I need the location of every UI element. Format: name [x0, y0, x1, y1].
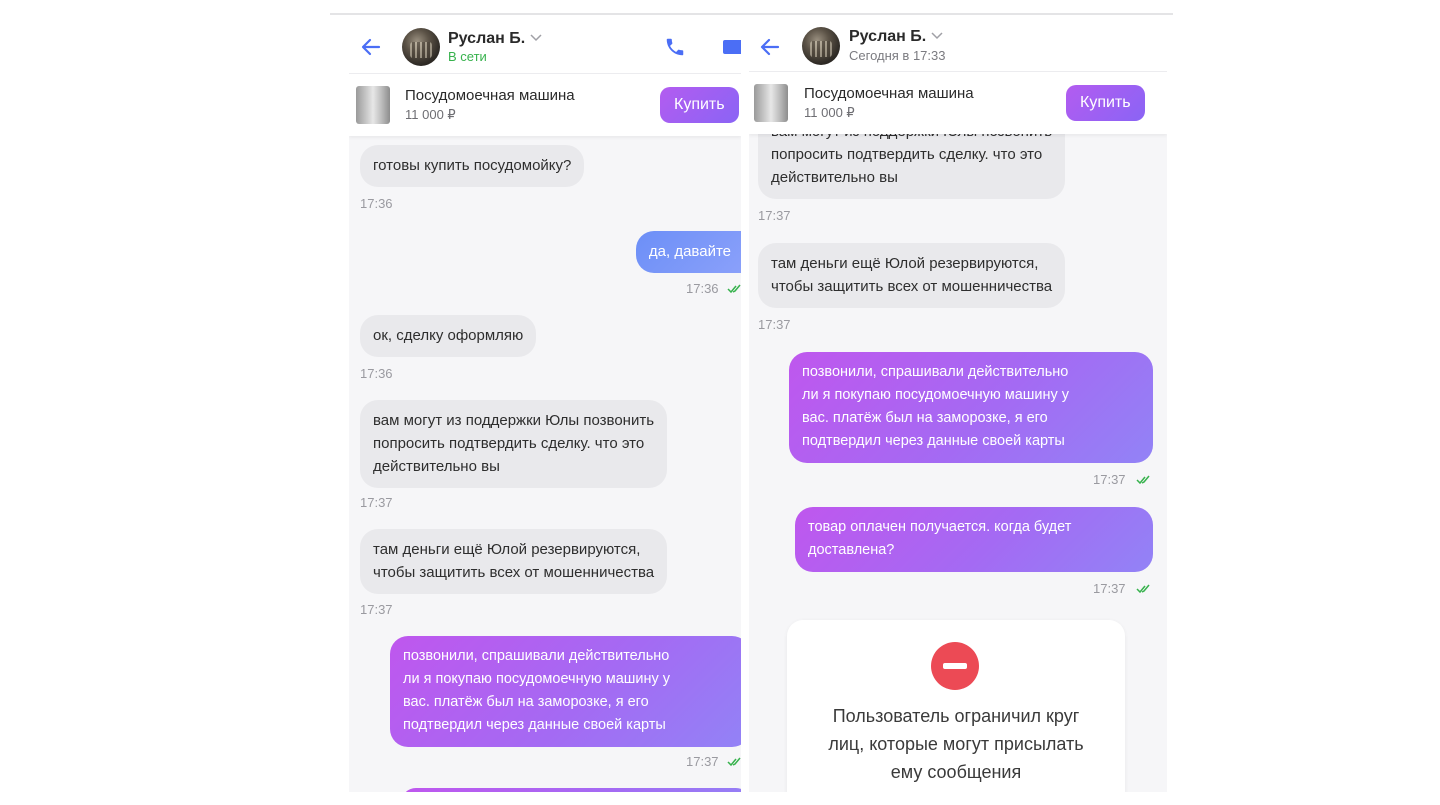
message-time: 17:37 — [360, 495, 393, 510]
contact-name[interactable]: Руслан Б. — [448, 30, 525, 48]
message-bubble-incoming: ок, сделку оформляю — [360, 315, 537, 357]
chat-header: Руслан Б. Сегодня в 17:33 — [749, 15, 1167, 73]
message-bubble-outgoing: товар оплачен получается. когда будет до… — [795, 507, 1153, 572]
read-check-icon — [727, 284, 741, 294]
message-time: 17:36 — [360, 196, 393, 211]
back-arrow-icon[interactable] — [758, 35, 782, 59]
product-name: Посудомоечная машина — [405, 87, 575, 104]
message-time: 17:37 — [1093, 472, 1126, 487]
avatar[interactable] — [802, 27, 840, 65]
chat-header: Руслан Б. В сети — [349, 15, 741, 73]
product-bar[interactable]: Посудомоечная машина 11 000 ₽ Купить — [349, 73, 741, 136]
message-bubble-incoming: там деньги ещё Юлой резервируются, чтобы… — [758, 243, 1066, 308]
message-bubble-outgoing: позвонили, спрашивали действительно ли я… — [789, 352, 1153, 463]
message-time: 17:37 — [758, 208, 791, 223]
blocked-notice-text: Пользователь ограничил круг лиц, которые… — [828, 706, 1084, 782]
product-name: Посудомоечная машина — [804, 85, 974, 102]
blocked-notice-card: Пользователь ограничил круг лиц, которые… — [787, 620, 1125, 792]
chat-screen-left: Руслан Б. В сети Посудомоечная машина 11… — [349, 15, 741, 792]
contact-name[interactable]: Руслан Б. — [849, 28, 926, 46]
phone-icon[interactable] — [664, 36, 686, 58]
buy-button[interactable]: Купить — [660, 87, 739, 123]
product-bar[interactable]: Посудомоечная машина 11 000 ₽ Купить — [749, 71, 1167, 134]
message-time: 17:36 — [686, 281, 719, 296]
contact-status: Сегодня в 17:33 — [849, 48, 946, 63]
product-price: 11 000 ₽ — [804, 105, 855, 120]
message-time: 17:37 — [686, 754, 719, 769]
chevron-down-icon[interactable] — [530, 33, 542, 43]
product-price: 11 000 ₽ — [405, 107, 456, 122]
contact-status: В сети — [448, 49, 487, 64]
message-time: 17:37 — [1093, 581, 1126, 596]
message-time: 17:36 — [360, 366, 393, 381]
message-time: 17:37 — [360, 602, 393, 617]
message-bubble-outgoing-partial — [401, 788, 741, 792]
message-bubble-outgoing: да, давайте — [635, 231, 741, 273]
product-thumbnail — [356, 86, 390, 124]
back-arrow-icon[interactable] — [359, 35, 383, 59]
read-check-icon — [1136, 584, 1150, 594]
avatar[interactable] — [402, 28, 440, 66]
chat-screen-right: Руслан Б. Сегодня в 17:33 Посудомоечная … — [749, 15, 1167, 792]
read-check-icon — [1136, 475, 1150, 485]
message-bubble-incoming: там деньги ещё Юлой резервируются, чтобы… — [360, 529, 668, 594]
message-bubble-outgoing: позвонили, спрашивали действительно ли я… — [390, 636, 741, 747]
message-bubble-incoming: готовы купить посудомойку? — [360, 145, 585, 187]
message-time: 17:37 — [758, 317, 791, 332]
stop-icon — [931, 642, 979, 690]
message-bubble-incoming: вам могут из поддержки Юлы позвонить поп… — [360, 400, 668, 488]
read-check-icon — [727, 757, 741, 767]
video-icon[interactable] — [723, 40, 741, 54]
buy-button[interactable]: Купить — [1066, 85, 1145, 121]
chevron-down-icon[interactable] — [931, 31, 943, 41]
product-thumbnail — [754, 84, 788, 122]
